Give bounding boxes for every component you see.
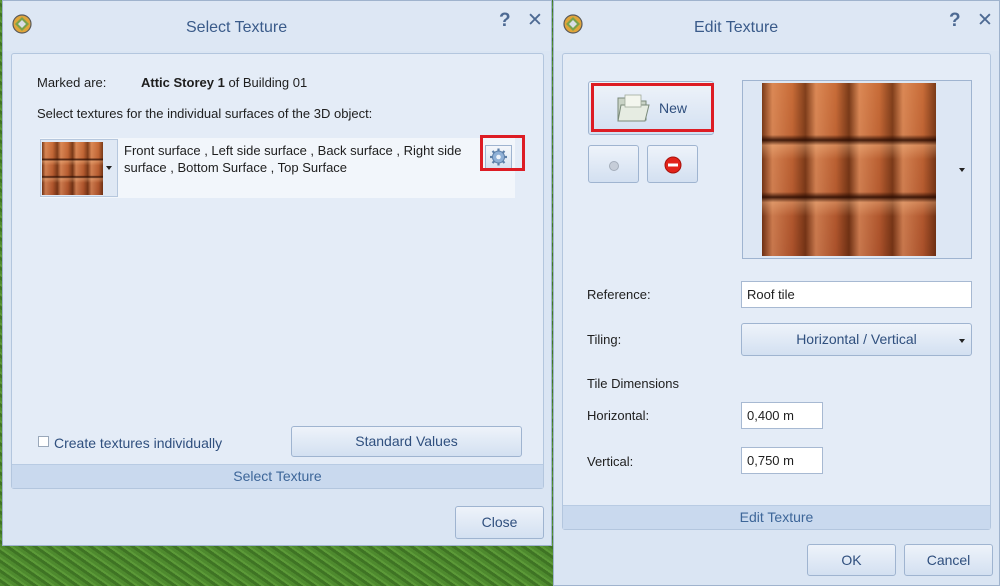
- vertical-label: Vertical:: [587, 454, 634, 469]
- roof-tile-preview: [762, 83, 936, 256]
- marked-value: Attic Storey 1 of Building 01: [141, 75, 307, 90]
- cancel-button[interactable]: Cancel: [904, 544, 993, 576]
- surface-texture-row: Front surface , Left side surface , Back…: [40, 138, 515, 198]
- reference-label: Reference:: [587, 287, 651, 302]
- tile-dimensions-label: Tile Dimensions: [587, 376, 679, 391]
- app-globe-icon: [563, 14, 583, 34]
- select-texture-panel: Marked are: Attic Storey 1 of Building 0…: [11, 53, 544, 489]
- close-icon[interactable]: ✕: [977, 11, 993, 31]
- texture-preview-dropdown[interactable]: [742, 80, 972, 259]
- instruction-text: Select textures for the individual surfa…: [37, 106, 373, 121]
- standard-values-button[interactable]: Standard Values: [291, 426, 522, 457]
- create-individually-checkbox[interactable]: [38, 436, 49, 447]
- edit-texture-title: Edit Texture: [694, 19, 779, 36]
- ok-button[interactable]: OK: [807, 544, 896, 576]
- marked-storey: Attic Storey 1: [141, 75, 225, 90]
- edit-texture-panel-footer: Edit Texture: [563, 505, 990, 529]
- horizontal-label: Horizontal:: [587, 408, 650, 423]
- remove-texture-button[interactable]: [647, 145, 698, 183]
- dropdown-arrow-icon: [959, 168, 965, 172]
- close-button[interactable]: Close: [455, 506, 544, 539]
- reference-field[interactable]: Roof tile: [741, 281, 972, 308]
- marked-label: Marked are:: [37, 75, 107, 90]
- texture-thumbnail-dropdown[interactable]: [40, 139, 118, 197]
- edit-texture-panel: New Reference: Roof tile Tiling: Horizon…: [562, 53, 991, 530]
- edit-texture-titlebar: Edit Texture ? ✕: [554, 1, 999, 51]
- dropdown-arrow-icon: [959, 339, 965, 343]
- new-button-highlight-box: [591, 83, 714, 132]
- select-texture-panel-footer: Select Texture: [12, 464, 543, 488]
- select-texture-title: Select Texture: [186, 19, 288, 36]
- dropdown-arrow-icon: [106, 166, 112, 170]
- marked-building: of Building 01: [228, 75, 308, 90]
- app-globe-icon: [12, 14, 32, 34]
- tiling-select[interactable]: Horizontal / Vertical: [741, 323, 972, 356]
- tiling-label: Tiling:: [587, 332, 622, 347]
- help-button[interactable]: ?: [949, 11, 961, 31]
- close-icon[interactable]: ✕: [527, 11, 543, 31]
- add-small-button[interactable]: [588, 145, 639, 183]
- surfaces-list-text: Front surface , Left side surface , Back…: [124, 143, 462, 175]
- horizontal-field[interactable]: 0,400 m: [741, 402, 823, 429]
- edit-texture-dialog: Edit Texture ? ✕ New Reference: Roof til…: [553, 0, 1000, 586]
- vertical-field[interactable]: 0,750 m: [741, 447, 823, 474]
- settings-highlight-box: [480, 135, 525, 171]
- help-button[interactable]: ?: [499, 11, 511, 31]
- remove-icon: [664, 156, 682, 174]
- select-texture-dialog: Select Texture ? ✕ Marked are: Attic Sto…: [2, 0, 552, 546]
- create-individually-label[interactable]: Create textures individually: [54, 435, 222, 451]
- roof-tile-thumbnail: [42, 142, 103, 195]
- disabled-dot-icon: [609, 161, 619, 171]
- select-texture-titlebar: Select Texture ? ✕: [3, 1, 551, 51]
- tiling-value: Horizontal / Vertical: [796, 331, 917, 347]
